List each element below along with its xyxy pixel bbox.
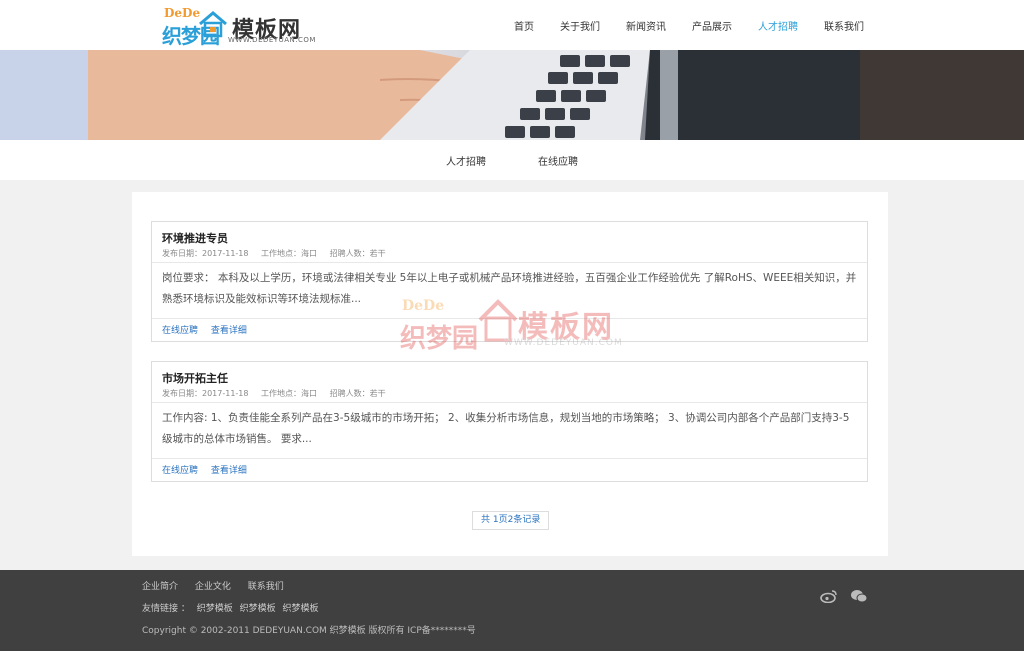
friend-link[interactable]: 织梦模板 [197, 604, 233, 614]
site-logo[interactable]: DeDe 织梦园 模板网 WWW.DEDEYUAN.COM [160, 6, 315, 48]
header: DeDe 织梦园 模板网 WWW.DEDEYUAN.COM 首页 关于我们 新闻… [0, 0, 1024, 50]
weibo-icon[interactable] [820, 588, 838, 604]
banner-image [0, 50, 1024, 140]
sub-nav: 人才招聘 在线应聘 [0, 140, 1024, 180]
job-title[interactable]: 市场开拓主任 [162, 370, 228, 386]
divider [152, 402, 867, 403]
job-description: 工作内容: 1、负责佳能全系列产品在3-5级城市的市场开拓； 2、收集分析市场信… [162, 412, 850, 445]
job-location: 工作地点：海口 [261, 389, 318, 398]
view-details-link[interactable]: 查看详细 [211, 466, 247, 476]
job-title[interactable]: 环境推进专员 [162, 230, 228, 246]
logo-url: WWW.DEDEYUAN.COM [228, 36, 316, 44]
banner-keyboard-hand-illustration [0, 50, 1024, 140]
job-card: 市场开拓主任 发布日期：2017-11-18 工作地点：海口 招聘人数：若干 工… [151, 361, 868, 482]
job-date: 发布日期：2017-11-18 [162, 249, 249, 258]
job-actions: 在线应聘 查看详细 [162, 323, 257, 336]
job-count: 招聘人数：若干 [329, 389, 386, 398]
nav-item-news[interactable]: 新闻资讯 [626, 18, 666, 33]
footer-link-culture[interactable]: 企业文化 [195, 582, 231, 592]
main-nav: 首页 关于我们 新闻资讯 产品展示 人才招聘 联系我们 [488, 0, 864, 50]
job-actions: 在线应聘 查看详细 [162, 463, 257, 476]
social-icons [820, 588, 868, 604]
pagination-info: 共 1页2条记录 [472, 511, 550, 530]
friend-links-label: 友情链接 ： [142, 604, 190, 614]
subnav-item-apply[interactable]: 在线应聘 [538, 153, 578, 168]
job-location: 工作地点：海口 [261, 249, 318, 258]
friend-link[interactable]: 织梦模板 [283, 604, 319, 614]
divider [152, 262, 867, 263]
nav-item-products[interactable]: 产品展示 [692, 18, 732, 33]
subnav-item-jobs[interactable]: 人才招聘 [446, 153, 486, 168]
nav-item-contact[interactable]: 联系我们 [824, 18, 864, 33]
nav-item-jobs[interactable]: 人才招聘 [758, 18, 798, 33]
job-description: 岗位要求： 本科及以上学历，环境或法律相关专业 5年以上电子或机械产品环境推进经… [162, 272, 857, 305]
divider [152, 458, 867, 459]
nav-item-home[interactable]: 首页 [514, 18, 534, 33]
house-icon [199, 11, 227, 38]
footer-link-contact[interactable]: 联系我们 [248, 582, 284, 592]
job-card: 环境推进专员 发布日期：2017-11-18 工作地点：海口 招聘人数：若干 岗… [151, 221, 868, 342]
wechat-icon[interactable] [850, 588, 868, 603]
divider [152, 318, 867, 319]
main-content: 环境推进专员 发布日期：2017-11-18 工作地点：海口 招聘人数：若干 岗… [132, 192, 888, 556]
view-details-link[interactable]: 查看详细 [211, 326, 247, 336]
job-meta: 发布日期：2017-11-18 工作地点：海口 招聘人数：若干 [162, 248, 396, 259]
friend-link[interactable]: 织梦模板 [240, 604, 276, 614]
copyright: Copyright © 2002-2011 DEDEYUAN.COM 织梦模板 … [142, 626, 476, 636]
footer: 企业简介 企业文化 联系我们 友情链接 ： 织梦模板 织梦模板 织梦模板 Cop… [0, 570, 1024, 651]
apply-online-link[interactable]: 在线应聘 [162, 326, 198, 336]
job-date: 发布日期：2017-11-18 [162, 389, 249, 398]
footer-link-intro[interactable]: 企业简介 [142, 582, 178, 592]
job-count: 招聘人数：若干 [329, 249, 386, 258]
friend-links: 友情链接 ： 织梦模板 织梦模板 织梦模板 [142, 601, 319, 614]
footer-links: 企业简介 企业文化 联系我们 [142, 579, 298, 592]
apply-online-link[interactable]: 在线应聘 [162, 466, 198, 476]
job-meta: 发布日期：2017-11-18 工作地点：海口 招聘人数：若干 [162, 388, 396, 399]
logo-dede-text: DeDe [164, 6, 201, 20]
nav-item-about[interactable]: 关于我们 [560, 18, 600, 33]
